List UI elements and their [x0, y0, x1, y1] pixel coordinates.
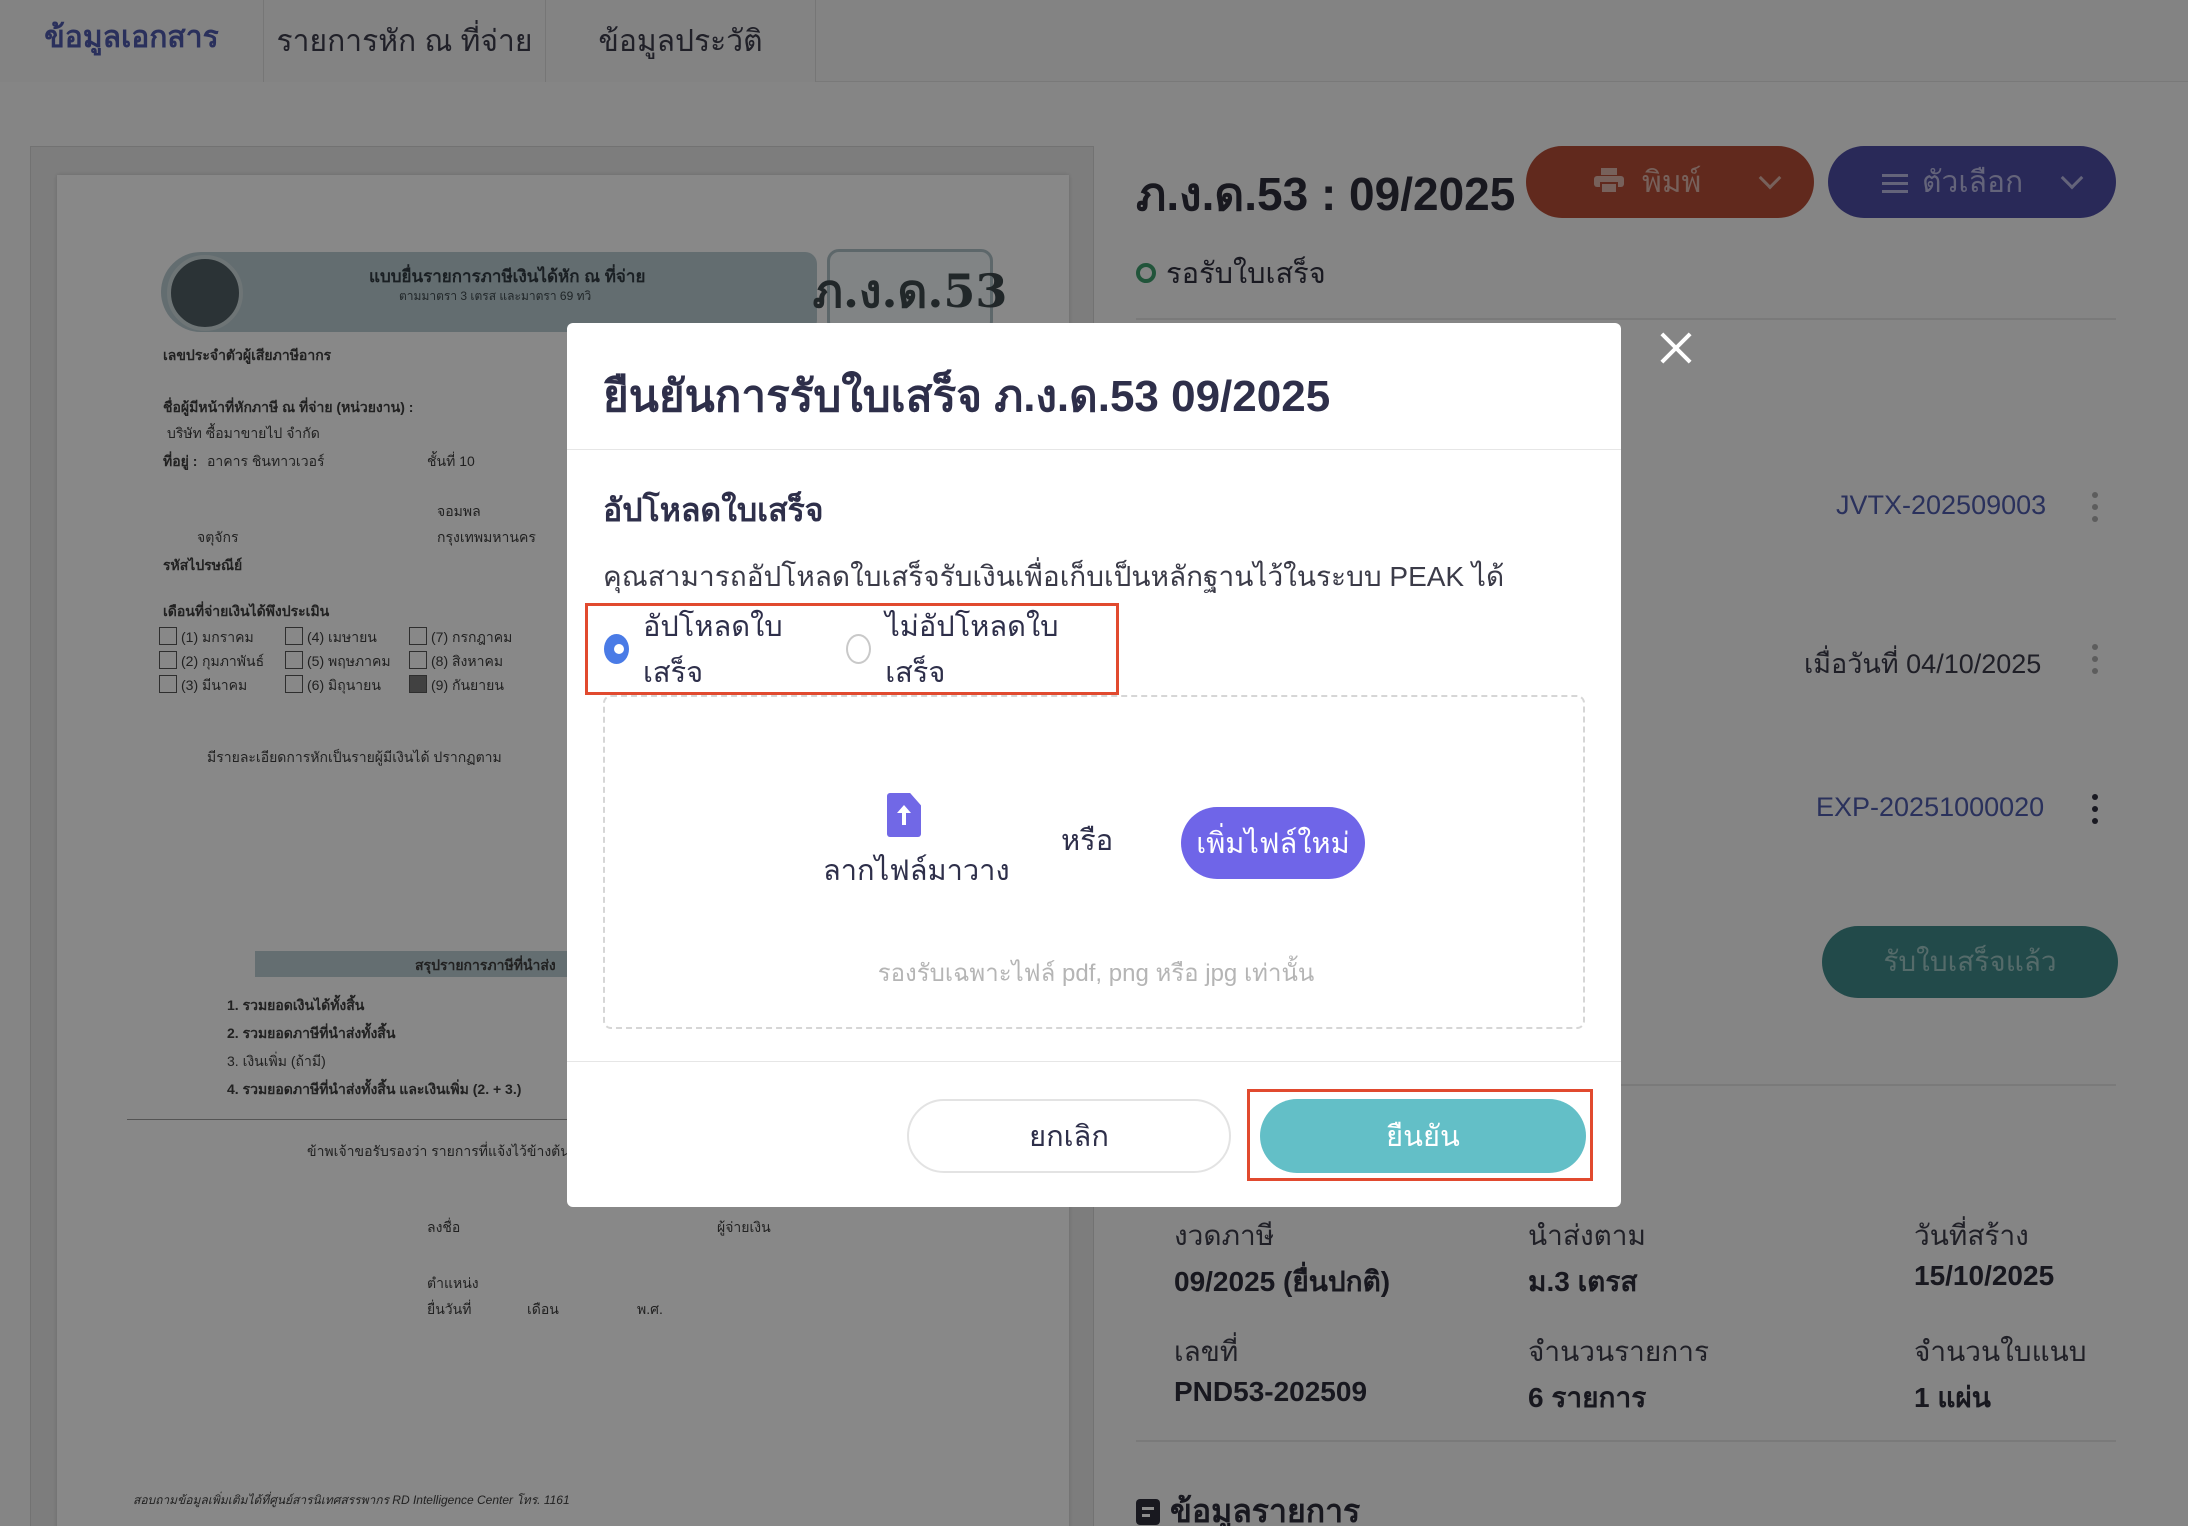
divider: [567, 449, 1621, 450]
upload-description: คุณสามารถอัปโหลดใบเสร็จรับเงินเพื่อเก็บเ…: [603, 561, 1505, 592]
file-upload-icon: [887, 793, 921, 837]
or-label: หรือ: [1061, 825, 1114, 857]
radio-no-upload-label: ไม่อัปโหลดใบเสร็จ: [885, 611, 1059, 689]
radio-unchecked-icon: [846, 634, 872, 664]
drop-label: ลากไฟล์มาวาง: [823, 855, 1010, 887]
radio-upload-label: อัปโหลดใบเสร็จ: [642, 611, 783, 689]
file-dropzone[interactable]: ลากไฟล์มาวาง หรือ เพิ่มไฟล์ใหม่ รองรับเฉ…: [603, 695, 1585, 1029]
upload-section-title: อัปโหลดใบเสร็จ: [603, 492, 824, 528]
divider: [567, 1061, 1621, 1062]
cancel-button[interactable]: ยกเลิก: [907, 1099, 1231, 1173]
upload-choice-group: อัปโหลดใบเสร็จ ไม่อัปโหลดใบเสร็จ: [585, 603, 1119, 695]
radio-checked-icon: [604, 634, 629, 664]
radio-upload[interactable]: อัปโหลดใบเสร็จ: [604, 603, 804, 695]
confirm-receipt-modal: ยืนยันการรับใบเสร็จ ภ.ง.ด.53 09/2025 อัป…: [567, 323, 1621, 1207]
confirm-button[interactable]: ยืนยัน: [1260, 1099, 1586, 1173]
file-type-hint: รองรับเฉพาะไฟล์ pdf, png หรือ jpg เท่านั…: [877, 960, 1315, 987]
radio-no-upload[interactable]: ไม่อัปโหลดใบเสร็จ: [846, 603, 1074, 695]
modal-title: ยืนยันการรับใบเสร็จ ภ.ง.ด.53 09/2025: [603, 372, 1331, 421]
close-icon[interactable]: [1654, 326, 1698, 370]
add-file-button[interactable]: เพิ่มไฟล์ใหม่: [1181, 807, 1365, 879]
